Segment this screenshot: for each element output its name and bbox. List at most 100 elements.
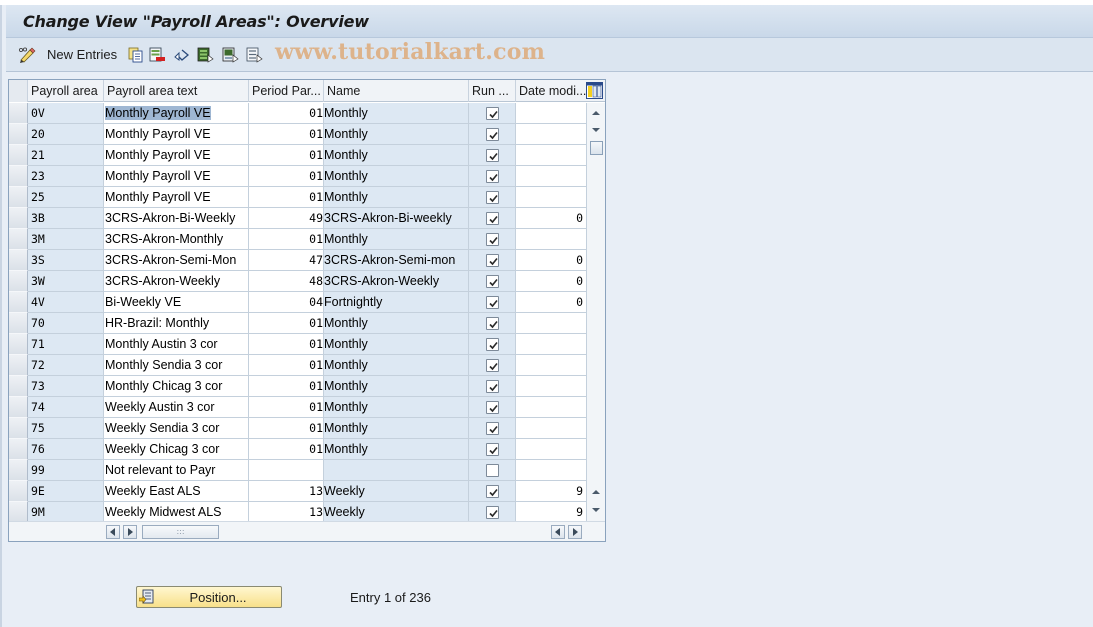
- column-header-period-parameter[interactable]: Period Par...: [249, 80, 324, 102]
- period-parameter-field[interactable]: 13: [249, 481, 324, 502]
- payroll-area-cell[interactable]: 76: [28, 439, 104, 460]
- run-payroll-checkbox[interactable]: [486, 191, 499, 204]
- select-all-icon[interactable]: [197, 46, 214, 64]
- scroll-page-up-icon[interactable]: [589, 485, 603, 499]
- row-select-button[interactable]: [9, 418, 28, 439]
- row-select-button[interactable]: [9, 481, 28, 502]
- run-payroll-checkbox[interactable]: [486, 149, 499, 162]
- period-parameter-field[interactable]: 01: [249, 418, 324, 439]
- date-modifier-field[interactable]: [516, 418, 587, 439]
- run-payroll-checkbox[interactable]: [486, 275, 499, 288]
- payroll-area-text-field[interactable]: Monthly Payroll VE: [104, 124, 249, 145]
- date-modifier-field[interactable]: [516, 439, 587, 460]
- date-modifier-field[interactable]: [516, 376, 587, 397]
- row-select-button[interactable]: [9, 439, 28, 460]
- column-header-payroll-area[interactable]: Payroll area: [28, 80, 104, 102]
- date-modifier-field[interactable]: 0: [516, 292, 587, 313]
- date-modifier-field[interactable]: [516, 124, 587, 145]
- payroll-area-cell[interactable]: 23: [28, 166, 104, 187]
- payroll-area-text-field[interactable]: Weekly Midwest ALS: [104, 502, 249, 523]
- run-payroll-checkbox[interactable]: [486, 170, 499, 183]
- row-select-button[interactable]: [9, 313, 28, 334]
- payroll-area-cell[interactable]: 75: [28, 418, 104, 439]
- scroll-right-icon[interactable]: [123, 525, 137, 539]
- run-payroll-checkbox[interactable]: [486, 233, 499, 246]
- date-modifier-field[interactable]: [516, 229, 587, 250]
- scroll-down-icon[interactable]: [589, 123, 603, 137]
- period-parameter-field[interactable]: 04: [249, 292, 324, 313]
- column-header-name[interactable]: Name: [324, 80, 469, 102]
- row-select-button[interactable]: [9, 250, 28, 271]
- run-payroll-checkbox[interactable]: [486, 296, 499, 309]
- date-modifier-field[interactable]: [516, 166, 587, 187]
- scroll-left-icon[interactable]: [106, 525, 120, 539]
- period-parameter-field[interactable]: 01: [249, 229, 324, 250]
- payroll-area-cell[interactable]: 9E: [28, 481, 104, 502]
- period-parameter-field[interactable]: 48: [249, 271, 324, 292]
- run-payroll-checkbox[interactable]: [486, 464, 499, 477]
- run-payroll-checkbox[interactable]: [486, 317, 499, 330]
- payroll-area-text-field[interactable]: 3CRS-Akron-Semi-Mon: [104, 250, 249, 271]
- date-modifier-field[interactable]: [516, 145, 587, 166]
- payroll-area-cell[interactable]: 25: [28, 187, 104, 208]
- select-block-icon[interactable]: [222, 46, 239, 64]
- payroll-area-cell[interactable]: 72: [28, 355, 104, 376]
- date-modifier-field[interactable]: 0: [516, 250, 587, 271]
- period-parameter-field[interactable]: 01: [249, 334, 324, 355]
- deselect-all-icon[interactable]: [246, 46, 263, 64]
- payroll-area-cell[interactable]: 74: [28, 397, 104, 418]
- run-payroll-checkbox[interactable]: [486, 254, 499, 267]
- select-all-rows-button[interactable]: [9, 80, 28, 102]
- period-parameter-field[interactable]: 01: [249, 187, 324, 208]
- run-payroll-checkbox[interactable]: [486, 107, 499, 120]
- table-settings-icon[interactable]: [586, 82, 603, 99]
- period-parameter-field[interactable]: 01: [249, 166, 324, 187]
- payroll-area-text-field[interactable]: Monthly Sendia 3 cor: [104, 355, 249, 376]
- row-select-button[interactable]: [9, 292, 28, 313]
- edit-toggle-icon[interactable]: [18, 46, 36, 64]
- row-select-button[interactable]: [9, 229, 28, 250]
- column-header-run[interactable]: Run ...: [469, 80, 516, 102]
- date-modifier-field[interactable]: 0: [516, 208, 587, 229]
- payroll-area-text-field[interactable]: Weekly Austin 3 cor: [104, 397, 249, 418]
- run-payroll-checkbox[interactable]: [486, 401, 499, 414]
- period-parameter-field[interactable]: 13: [249, 502, 324, 523]
- row-select-button[interactable]: [9, 334, 28, 355]
- undo-change-icon[interactable]: [173, 46, 190, 64]
- run-payroll-checkbox[interactable]: [486, 128, 499, 141]
- payroll-area-cell[interactable]: 4V: [28, 292, 104, 313]
- period-parameter-field[interactable]: [249, 460, 324, 481]
- payroll-area-text-field[interactable]: Monthly Payroll VE: [104, 187, 249, 208]
- scroll-column-left-icon[interactable]: [551, 525, 565, 539]
- run-payroll-checkbox[interactable]: [486, 338, 499, 351]
- vertical-scroll-thumb[interactable]: [590, 141, 603, 155]
- payroll-area-cell[interactable]: 9M: [28, 502, 104, 523]
- payroll-area-cell[interactable]: 0V: [28, 103, 104, 124]
- copy-as-icon[interactable]: [127, 46, 143, 64]
- row-select-button[interactable]: [9, 502, 28, 523]
- payroll-area-cell[interactable]: 71: [28, 334, 104, 355]
- payroll-area-text-field[interactable]: Monthly Payroll VE: [104, 103, 249, 124]
- payroll-area-text-field[interactable]: Bi-Weekly VE: [104, 292, 249, 313]
- vertical-scrollbar[interactable]: [587, 103, 605, 521]
- run-payroll-checkbox[interactable]: [486, 485, 499, 498]
- period-parameter-field[interactable]: 01: [249, 355, 324, 376]
- run-payroll-checkbox[interactable]: [486, 359, 499, 372]
- payroll-area-cell[interactable]: 3B: [28, 208, 104, 229]
- row-select-button[interactable]: [9, 355, 28, 376]
- payroll-area-text-field[interactable]: Monthly Austin 3 cor: [104, 334, 249, 355]
- period-parameter-field[interactable]: 01: [249, 313, 324, 334]
- row-select-button[interactable]: [9, 103, 28, 124]
- payroll-area-text-field[interactable]: Weekly Chicag 3 cor: [104, 439, 249, 460]
- period-parameter-field[interactable]: 01: [249, 439, 324, 460]
- row-select-button[interactable]: [9, 187, 28, 208]
- date-modifier-field[interactable]: 9: [516, 502, 587, 523]
- period-parameter-field[interactable]: 01: [249, 145, 324, 166]
- run-payroll-checkbox[interactable]: [486, 422, 499, 435]
- row-select-button[interactable]: [9, 124, 28, 145]
- scroll-up-icon[interactable]: [589, 106, 603, 120]
- column-header-date-modified[interactable]: Date modi...: [516, 80, 587, 102]
- row-select-button[interactable]: [9, 166, 28, 187]
- new-entries-button[interactable]: New Entries: [47, 47, 117, 62]
- position-button[interactable]: Position...: [136, 586, 282, 608]
